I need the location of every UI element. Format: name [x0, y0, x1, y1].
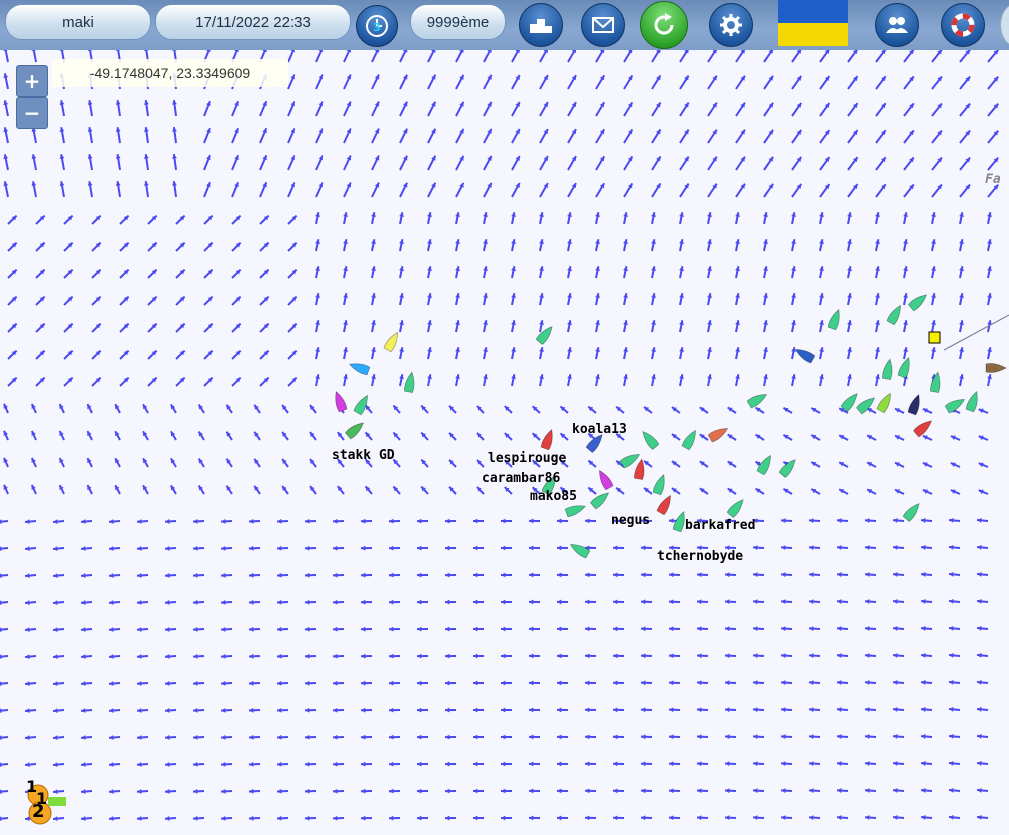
boat-marker[interactable]: [535, 324, 556, 345]
friends-button[interactable]: [875, 3, 919, 47]
boat-marker[interactable]: [913, 417, 934, 438]
boat-marker[interactable]: [746, 391, 769, 409]
boat-marker[interactable]: [596, 468, 614, 491]
coordinates-readout: -49.1748047, 23.3349609: [52, 59, 288, 87]
datetime-display[interactable]: 17/11/2022 22:33: [155, 4, 351, 40]
boat-label-mako85[interactable]: mako85: [530, 489, 577, 504]
boat-marker[interactable]: [639, 429, 660, 450]
boat-marker[interactable]: [944, 396, 967, 414]
boat-marker[interactable]: [348, 360, 371, 376]
boat-marker[interactable]: [590, 489, 611, 510]
boat-marker[interactable]: [930, 371, 942, 394]
gear-icon: [720, 14, 742, 36]
boat-label-stakk-gd[interactable]: stakk GD: [332, 448, 395, 463]
boat-marker[interactable]: [656, 493, 675, 516]
boat-marker[interactable]: [882, 358, 894, 381]
zoom-in-button[interactable]: +: [16, 65, 48, 97]
race-map[interactable]: + − -49.1748047, 23.3349609 koala13 lesp…: [0, 50, 1009, 835]
lifebuoy-icon: [951, 13, 975, 37]
ranking-button[interactable]: [519, 3, 563, 47]
boat-marker[interactable]: [404, 371, 416, 394]
boat-marker[interactable]: [681, 428, 700, 451]
boat-marker[interactable]: [965, 390, 981, 413]
boat-marker[interactable]: [345, 419, 366, 440]
zoom-out-button[interactable]: −: [16, 97, 48, 129]
edge-place-label: Fa: [985, 172, 1001, 187]
users-icon: [886, 17, 908, 33]
boat-label-tchernobyde[interactable]: tchernobyde: [657, 549, 743, 564]
heading-line: [943, 314, 1009, 351]
boat-label-koala13[interactable]: koala13: [572, 422, 627, 437]
clock-button[interactable]: 3: [356, 5, 398, 47]
boat-marker[interactable]: [568, 541, 591, 559]
boat-marker[interactable]: [907, 393, 923, 416]
rank-button[interactable]: 9999ème: [410, 4, 506, 40]
boat-marker[interactable]: [902, 501, 923, 522]
boat-marker[interactable]: [985, 363, 1007, 373]
boat-marker[interactable]: [778, 457, 799, 478]
flag-ukraine-icon: [778, 0, 848, 46]
clock-badge: 3: [373, 21, 381, 34]
username-button[interactable]: maki: [5, 4, 151, 40]
boat-label-barkafred[interactable]: barkafred: [685, 518, 755, 533]
messages-button[interactable]: [581, 3, 625, 47]
boat-marker[interactable]: [908, 291, 929, 312]
boat-label-lespirouge[interactable]: lespirouge: [488, 451, 566, 466]
clock-icon: 3: [366, 15, 388, 37]
boats-layer: [332, 291, 1009, 559]
boat-marker[interactable]: [886, 303, 905, 326]
position-markers[interactable]: 1 1 2: [20, 775, 76, 835]
boat-marker[interactable]: [540, 428, 556, 451]
boat-marker[interactable]: [383, 330, 402, 353]
podium-icon: [530, 19, 552, 33]
boat-marker[interactable]: [332, 390, 348, 413]
help-button[interactable]: [941, 3, 985, 47]
mail-icon: [592, 17, 614, 33]
boat-marker[interactable]: [564, 502, 587, 518]
boat-label-carambar86[interactable]: carambar86: [482, 471, 560, 486]
partial-button[interactable]: [1000, 3, 1009, 47]
boat-marker[interactable]: [856, 394, 877, 415]
boat-label-negus[interactable]: negus: [611, 513, 650, 528]
refresh-icon: [654, 13, 674, 35]
boat-marker[interactable]: [756, 453, 775, 476]
marker-number: 2: [32, 801, 45, 822]
boat-marker[interactable]: [876, 391, 895, 414]
boat-marker[interactable]: [793, 346, 816, 364]
boat-marker[interactable]: [353, 393, 372, 416]
boat-marker[interactable]: [707, 425, 730, 443]
refresh-button[interactable]: [640, 1, 688, 49]
settings-button[interactable]: [709, 3, 753, 47]
boat-marker[interactable]: [897, 356, 913, 379]
boat-marker[interactable]: [634, 458, 646, 481]
own-boat-marker[interactable]: [928, 331, 941, 344]
top-toolbar: maki 17/11/2022 22:33 3 9999ème: [0, 0, 1009, 50]
boat-marker[interactable]: [652, 473, 668, 496]
boat-marker[interactable]: [726, 497, 747, 518]
boat-marker[interactable]: [827, 308, 843, 331]
